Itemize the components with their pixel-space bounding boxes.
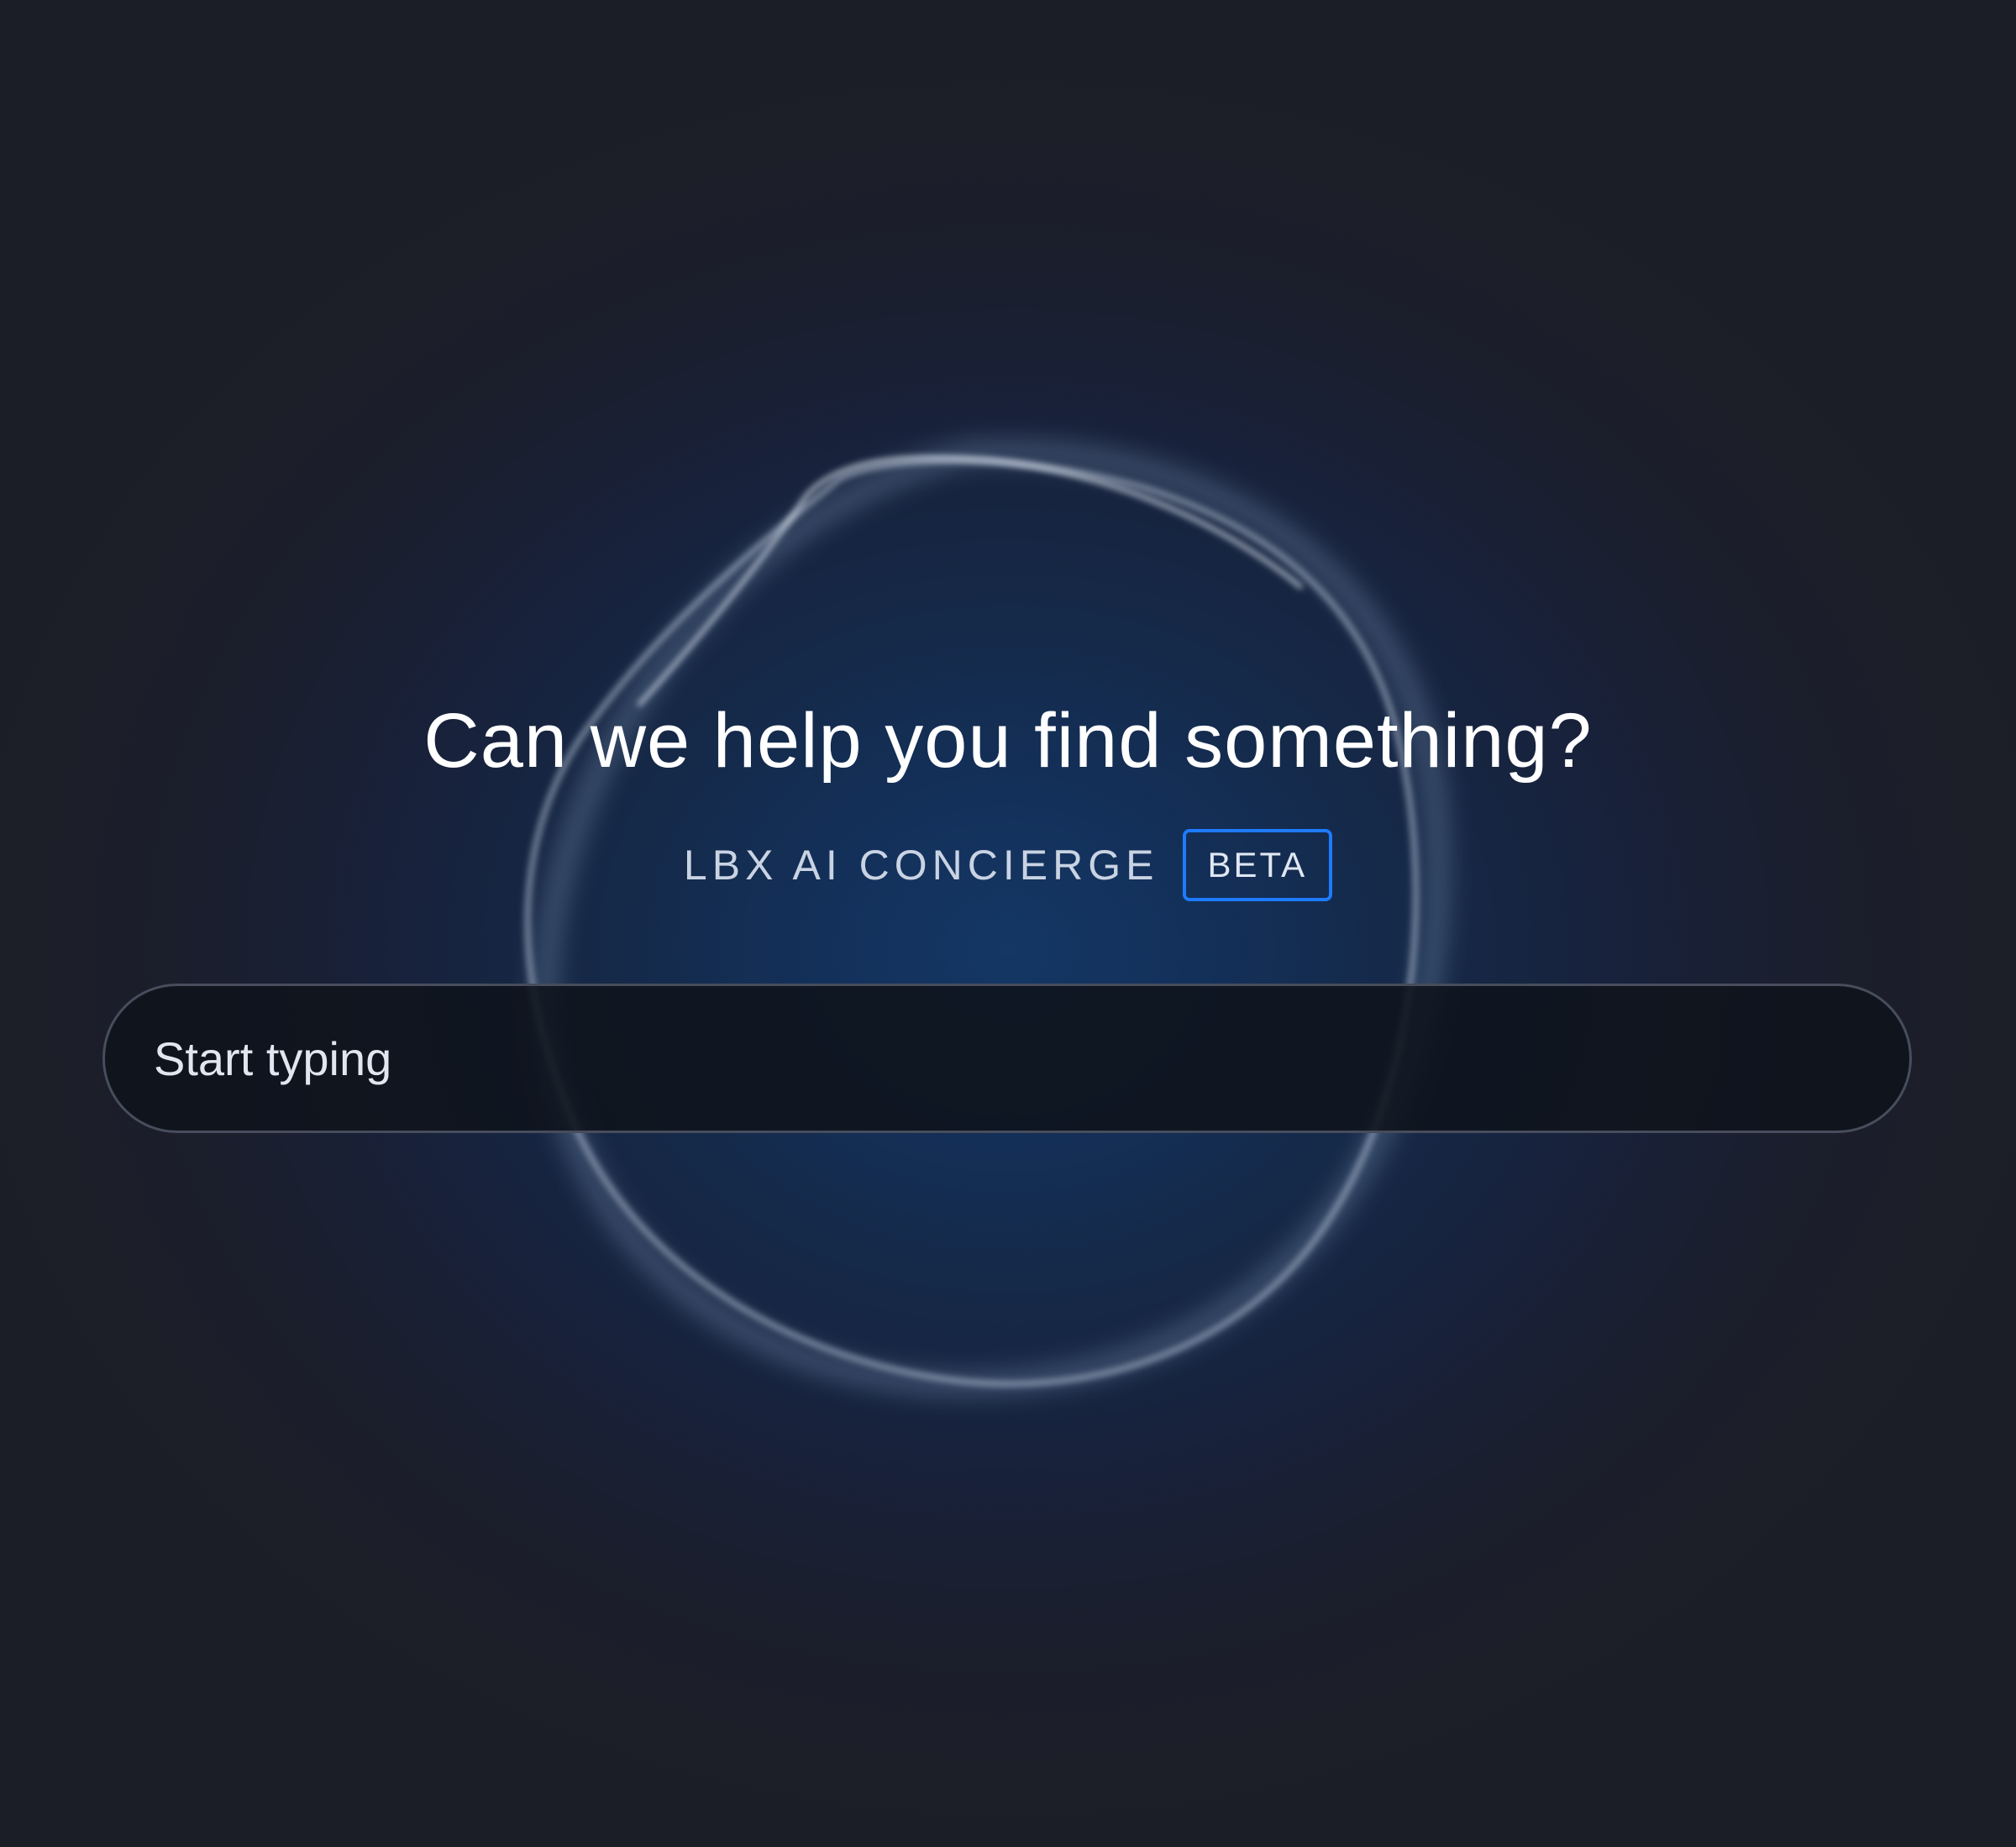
- brand-row: LBX AI CONCIERGE BETA: [0, 825, 2016, 905]
- concierge-background: Can we help you find something? LBX AI C…: [0, 0, 2016, 1847]
- orb-ring-graphic: [524, 440, 1450, 1395]
- beta-badge: BETA: [1182, 828, 1333, 901]
- search-bar[interactable]: [102, 984, 1912, 1133]
- page-headline: Can we help you find something?: [423, 698, 1593, 784]
- search-input[interactable]: [154, 1016, 1909, 1100]
- brand-label: LBX AI CONCIERGE: [683, 841, 1159, 889]
